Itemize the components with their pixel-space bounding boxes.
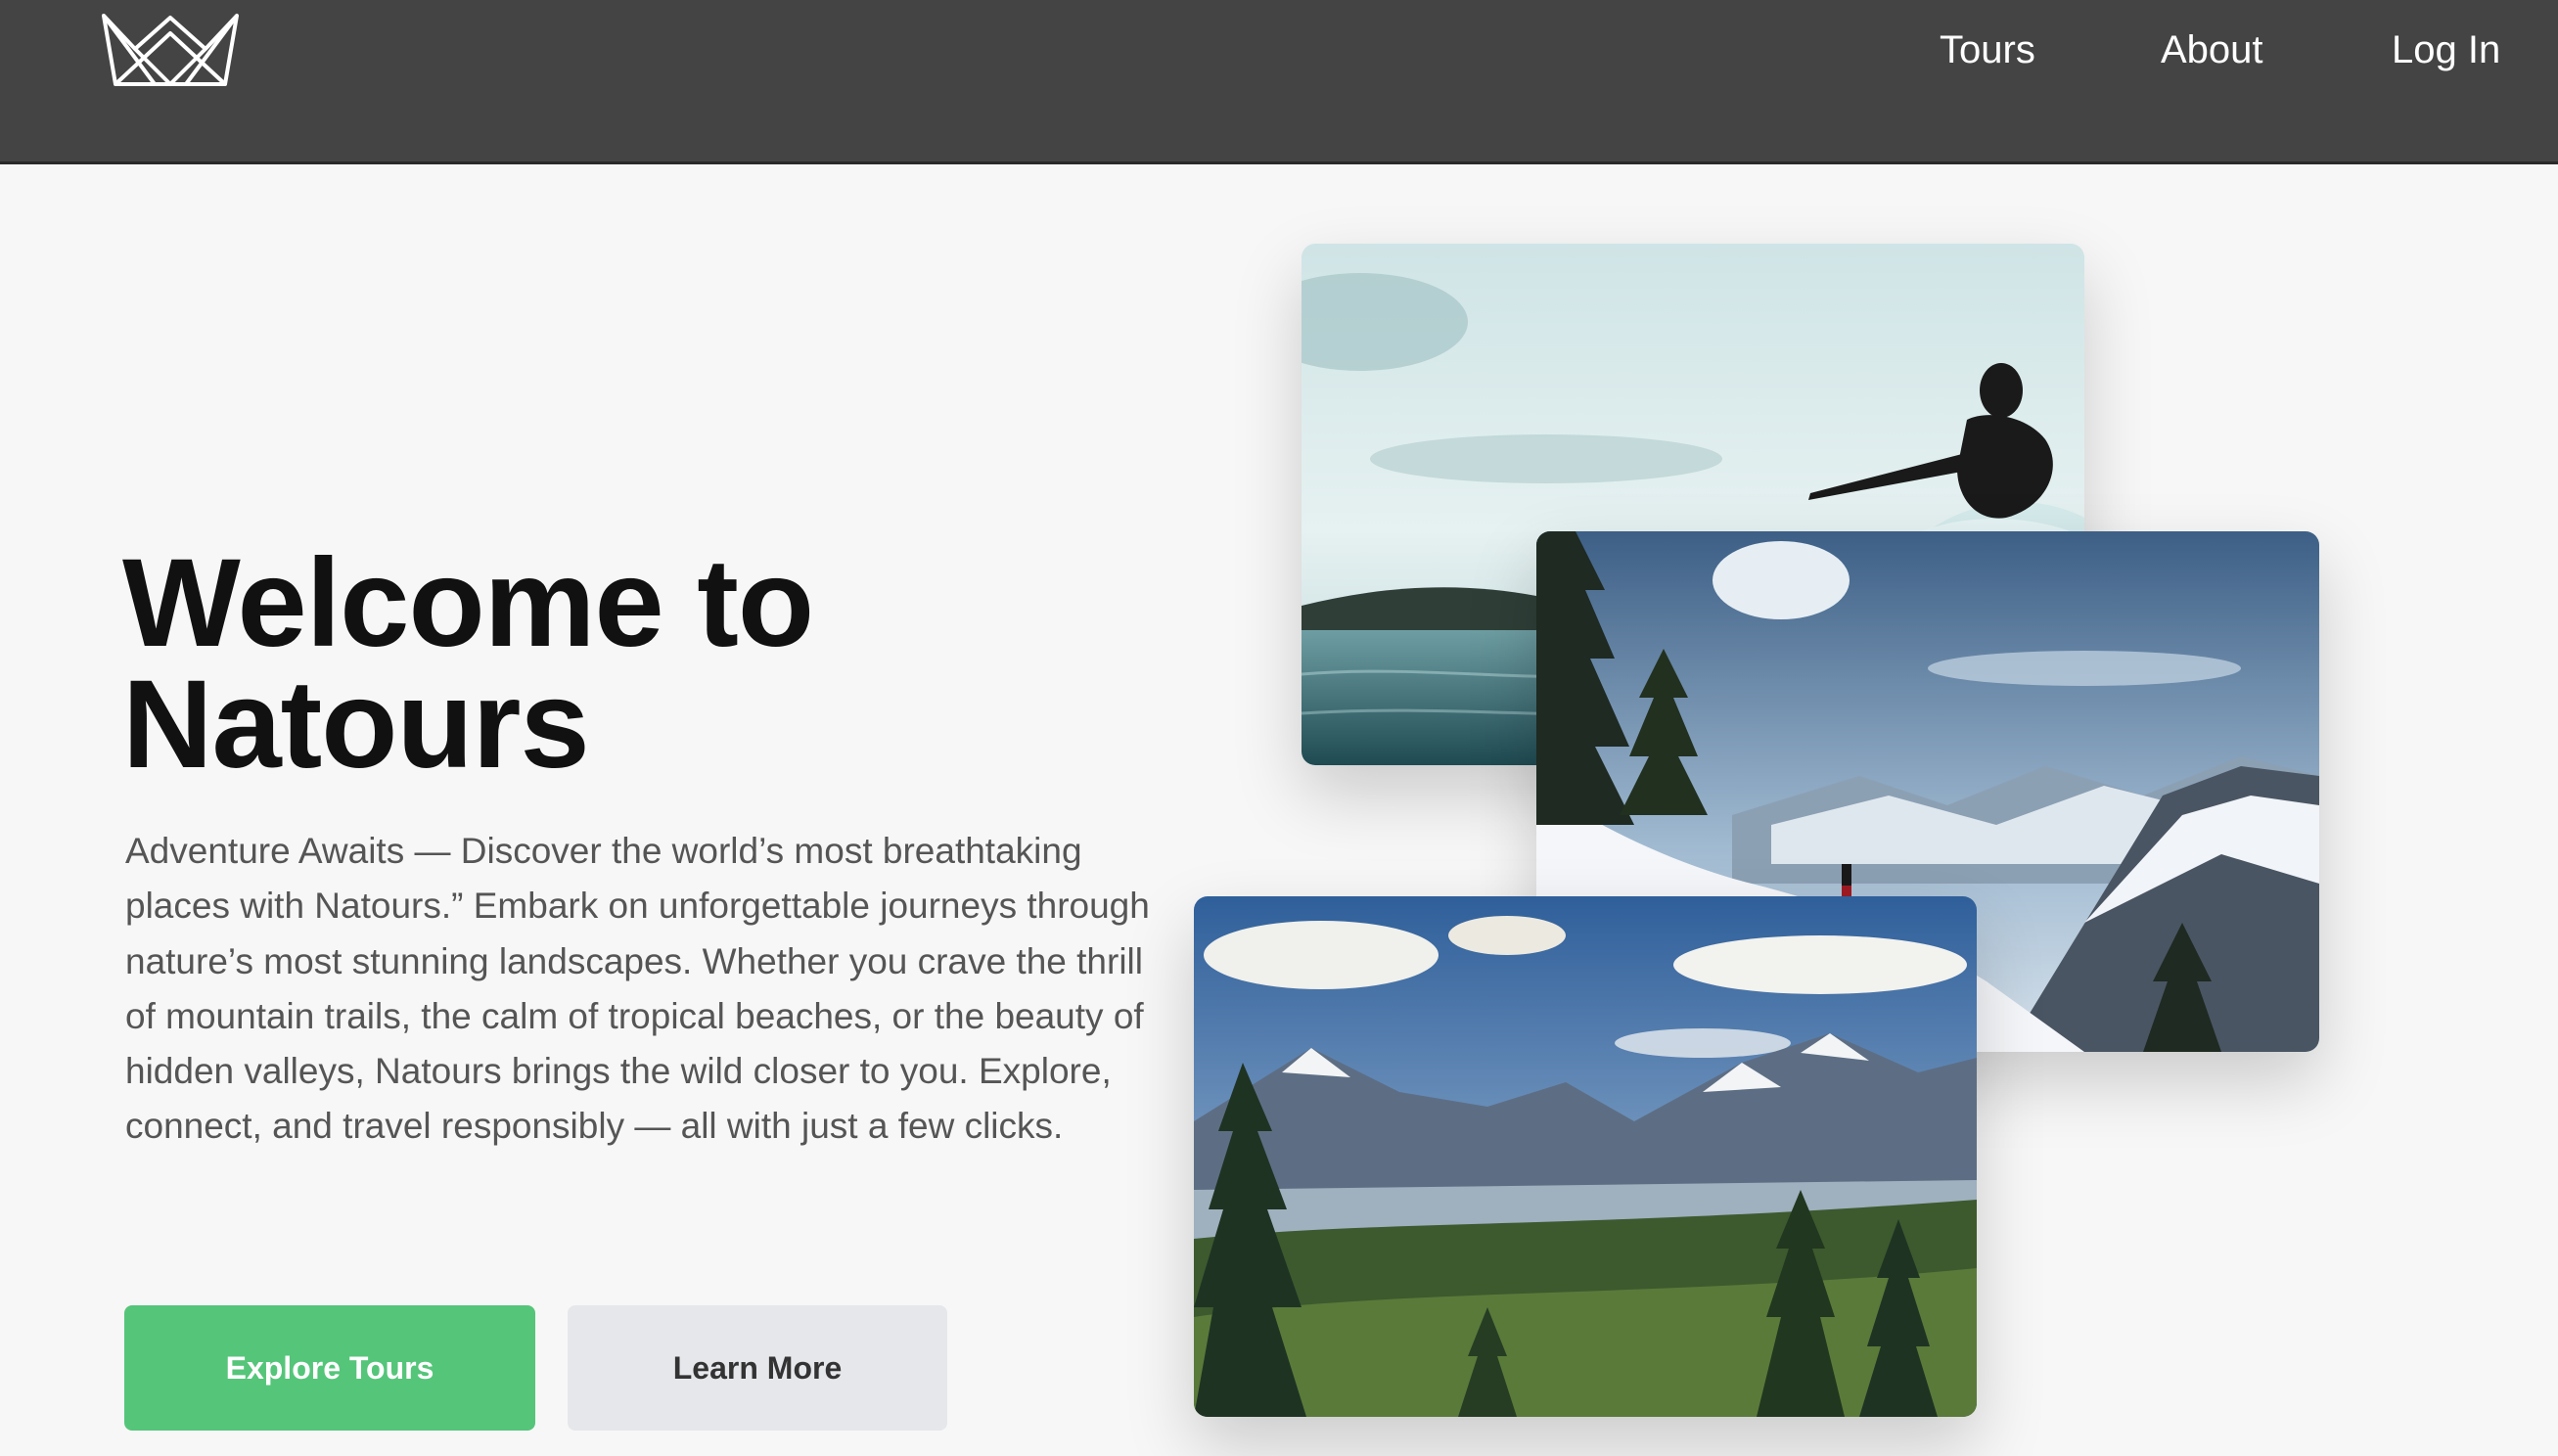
hero-title-line-1: Welcome to <box>122 533 814 673</box>
hero-title-line-2: Natours <box>122 655 590 795</box>
navbar: Tours About Log In <box>0 0 2558 164</box>
hero-title: Welcome to Natours <box>122 541 1199 788</box>
learn-more-button[interactable]: Learn More <box>568 1305 947 1431</box>
crown-logo-icon[interactable] <box>98 12 243 88</box>
nav-link-login[interactable]: Log In <box>2392 20 2500 80</box>
mountain-valley-forest-photo <box>1194 896 1977 1417</box>
hero-description: Adventure Awaits — Discover the world’s … <box>125 831 1150 1147</box>
explore-tours-button[interactable]: Explore Tours <box>124 1305 535 1431</box>
nav-link-about[interactable]: About <box>2161 20 2263 80</box>
nav-link-tours[interactable]: Tours <box>1940 20 2035 80</box>
